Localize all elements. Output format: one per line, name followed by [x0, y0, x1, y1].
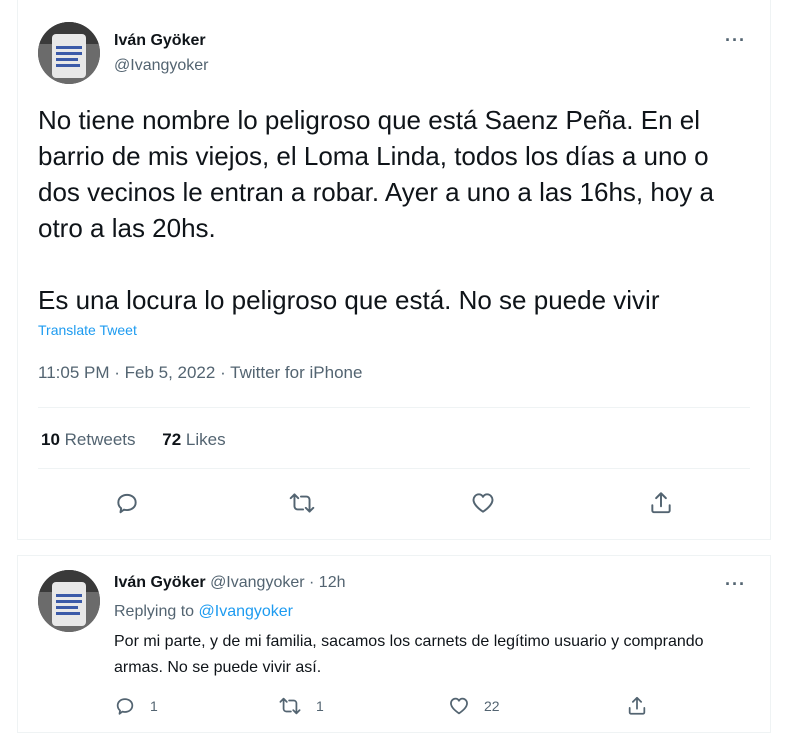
like-count: 22 [484, 698, 500, 714]
replying-handle-link[interactable]: @Ivangyoker [199, 603, 294, 620]
reply-tweet-card[interactable]: Iván Gyöker @Ivangyoker · 12h ··· Replyi… [17, 555, 771, 733]
reply-text: Por mi parte, y de mi familia, sacamos l… [114, 633, 704, 676]
author-name[interactable]: Iván Gyöker [114, 32, 206, 50]
like-button[interactable] [470, 490, 496, 516]
tweet-paragraph-1: No tiene nombre lo peligroso que está Sa… [38, 105, 714, 243]
tweet-timestamp[interactable]: 11:05 PM · Feb 5, 2022 · Twitter for iPh… [38, 363, 362, 383]
more-icon[interactable]: ··· [725, 574, 746, 595]
likes-stat[interactable]: 72 Likes [162, 430, 225, 449]
retweet-icon [279, 697, 301, 715]
reply-button[interactable] [114, 490, 140, 516]
retweets-count[interactable]: 10 [41, 430, 60, 449]
retweet-count: 1 [316, 698, 324, 714]
author-avatar[interactable] [38, 22, 100, 84]
likes-count[interactable]: 72 [162, 430, 181, 449]
more-icon[interactable]: ··· [725, 30, 746, 51]
reply-icon [117, 493, 137, 514]
retweet-icon [289, 493, 315, 513]
retweet-button[interactable] [288, 490, 316, 516]
translate-tweet-link[interactable]: Translate Tweet [38, 322, 137, 338]
reply-count: 1 [150, 698, 158, 714]
likes-label[interactable]: Likes [186, 430, 226, 449]
main-tweet-card: Iván Gyöker @Ivangyoker ··· No tiene nom… [17, 0, 771, 540]
like-button[interactable]: 22 [448, 695, 500, 717]
author-handle-text[interactable]: @Ivangyoker [114, 57, 209, 74]
share-icon [628, 696, 646, 715]
share-button[interactable] [626, 695, 648, 717]
replying-to: Replying to @Ivangyoker [114, 603, 293, 621]
retweets-stat[interactable]: 10 Retweets [41, 430, 140, 449]
reply-icon [116, 698, 134, 715]
reply-button[interactable]: 1 [114, 695, 158, 717]
divider [38, 407, 750, 408]
tweet-paragraph-2: Es una locura lo peligroso que está. No … [38, 285, 660, 315]
tweet-text: No tiene nombre lo peligroso que está Sa… [38, 102, 748, 318]
like-icon [472, 493, 494, 513]
divider [38, 468, 750, 469]
replying-prefix: Replying to [114, 603, 195, 620]
tweet-stats: 10 Retweets 72 Likes [41, 430, 248, 450]
author-name-text[interactable]: Iván Gyöker [114, 32, 206, 49]
reply-author-handle[interactable]: @Ivangyoker · 12h [210, 574, 345, 591]
retweets-label[interactable]: Retweets [65, 430, 136, 449]
share-icon [651, 492, 671, 514]
reply-author-avatar[interactable] [38, 570, 100, 632]
reply-header: Iván Gyöker @Ivangyoker · 12h [114, 574, 345, 592]
reply-author-name[interactable]: Iván Gyöker [114, 574, 206, 591]
like-icon [450, 697, 468, 715]
author-handle[interactable]: @Ivangyoker [114, 57, 209, 75]
retweet-button[interactable]: 1 [278, 695, 324, 717]
share-button[interactable] [648, 490, 674, 516]
